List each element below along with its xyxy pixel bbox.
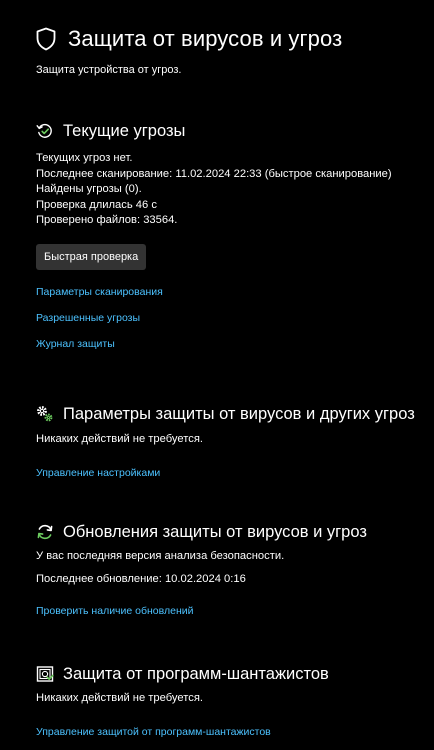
check-for-updates-link[interactable]: Проверить наличие обновлений	[36, 605, 193, 617]
protection-updates-header: Обновления защиты от вирусов и угроз	[36, 520, 434, 544]
protection-history-link[interactable]: Журнал защиты	[36, 337, 434, 363]
ransomware-status-text: Никаких действий не требуется.	[36, 692, 203, 704]
ransomware-protection-title: Защита от программ-шантажистов	[63, 664, 329, 683]
page-title: Защита от вирусов и угроз	[68, 26, 343, 51]
quick-scan-button[interactable]: Быстрая проверка	[36, 243, 147, 270]
manage-settings-link[interactable]: Управление настройками	[36, 467, 160, 479]
settings-gears-icon	[36, 405, 54, 423]
last-update-text: Последнее обновление: 10.02.2024 0:16	[36, 572, 246, 585]
protection-updates-section: Обновления защиты от вирусов и угроз У в…	[36, 520, 434, 619]
current-threats-header: Текущие угрозы	[36, 119, 434, 143]
scan-options-link[interactable]: Параметры сканирования	[36, 285, 434, 311]
page-header: Защита от вирусов и угроз	[36, 24, 342, 54]
protection-settings-title: Параметры защиты от вирусов и других угр…	[63, 404, 415, 423]
threats-found-text: Найдены угрозы (0).	[36, 183, 142, 195]
protection-updates-title: Обновления защиты от вирусов и угроз	[63, 522, 367, 541]
threats-status-text: Текущих угроз нет.	[36, 152, 133, 164]
ransomware-protection-section: Защита от программ-шантажистов Никаких д…	[36, 662, 434, 740]
ransomware-protection-icon	[36, 665, 54, 683]
last-scan-text: Последнее сканирование: 11.02.2024 22:33…	[36, 167, 392, 180]
ransomware-protection-header: Защита от программ-шантажистов	[36, 662, 434, 686]
files-scanned-text: Проверено файлов: 33564.	[36, 214, 178, 226]
scan-duration-text: Проверка длилась 46 с	[36, 198, 157, 211]
updates-status-text: У вас последняя версия анализа безопасно…	[36, 550, 285, 562]
allowed-threats-link[interactable]: Разрешенные угрозы	[36, 311, 434, 337]
manage-ransomware-protection-link[interactable]: Управление защитой от программ-шантажист…	[36, 726, 271, 738]
refresh-icon	[36, 523, 54, 541]
current-threats-links: Параметры сканирования Разрешенные угроз…	[36, 285, 434, 363]
protection-settings-status: Никаких действий не требуется.	[36, 433, 203, 445]
protection-settings-header: Параметры защиты от вирусов и других угр…	[36, 402, 434, 426]
scan-history-icon	[36, 122, 54, 140]
current-threats-title: Текущие угрозы	[63, 121, 186, 140]
current-threats-section: Текущие угрозы Текущих угроз нет. Послед…	[36, 119, 434, 363]
protection-settings-section: Параметры защиты от вирусов и других угр…	[36, 402, 434, 481]
shield-icon	[36, 26, 58, 52]
page-subtitle: Защита устройства от угроз.	[36, 64, 182, 76]
current-threats-details: Текущих угроз нет. Последнее сканировани…	[36, 151, 434, 229]
